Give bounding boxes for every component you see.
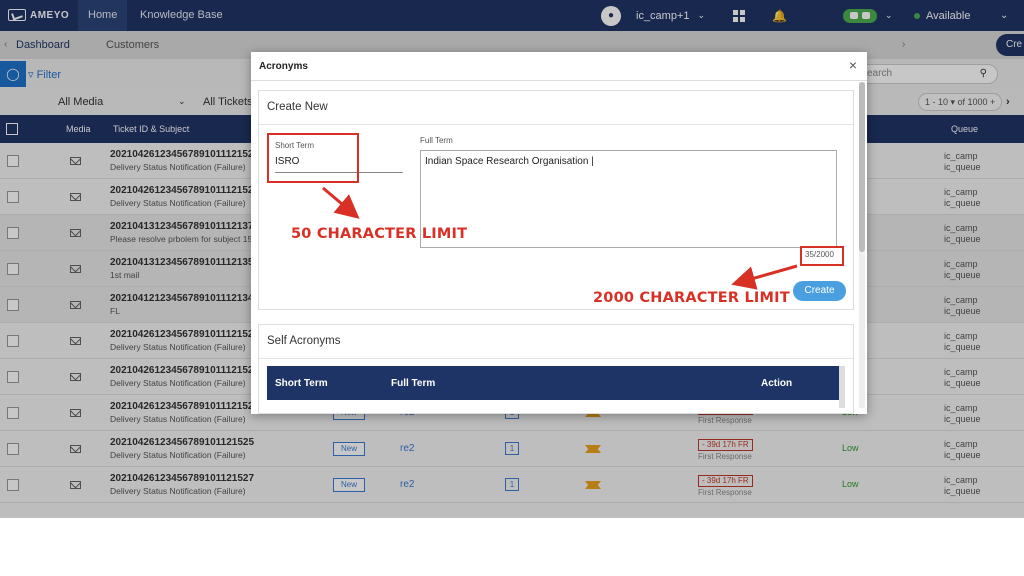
arrow-to-counter xyxy=(731,264,798,290)
arrow-to-short-term xyxy=(322,186,360,219)
app-screen: AMEYO Home Knowledge Base ● ic_camp+1 ⌄ … xyxy=(0,0,1024,518)
annotation-arrows xyxy=(322,186,798,290)
